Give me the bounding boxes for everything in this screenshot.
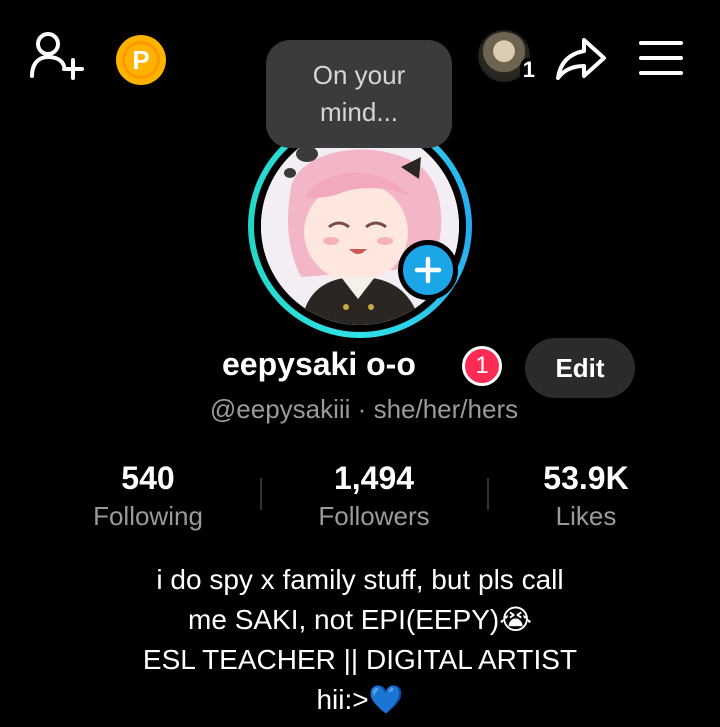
menu-icon [639,41,683,75]
add-friend-icon [30,32,84,80]
visitors-count: 1 [519,58,538,82]
edit-profile-button[interactable]: Edit [525,338,635,398]
coin-icon: P [122,41,160,79]
add-story-button[interactable] [398,240,458,300]
stat-followers[interactable]: 1,494 Followers [264,458,484,534]
following-count: 540 [121,460,175,496]
handle-row: @eepysakiii · she/her/hers [0,394,720,425]
username-handle: @eepysakiii [209,394,351,424]
bio-line: ESL TEACHER || DIGITAL ARTIST [142,644,578,675]
name-row: eepysaki o-o 1 Edit [0,338,720,398]
coin-button[interactable]: P [116,35,166,85]
share-icon [556,38,606,80]
bio-line: hii:>💙 [316,684,404,715]
pronouns: she/her/hers [373,394,519,424]
share-button[interactable] [554,34,608,84]
bubble-tail-small [284,168,296,178]
menu-button[interactable] [638,38,684,78]
stats-row: 540 Following 1,494 Followers 53.9K Like… [0,458,720,538]
bubble-line-1: On your [312,60,406,90]
stat-likes[interactable]: 53.9K Likes [476,458,696,534]
add-friend-button[interactable] [28,30,88,82]
plus-icon [414,256,442,284]
display-name: eepysaki o-o [222,346,416,382]
bio-line: i do spy x family stuff, but pls call [156,564,564,595]
bio: i do spy x family stuff, but pls call me… [0,560,720,720]
likes-count: 53.9K [543,460,629,496]
bio-line: me SAKI, not EPI(EEPY)😭 [188,604,532,635]
stats-divider [260,478,262,510]
stat-following[interactable]: 540 Following [38,458,258,534]
following-label: Following [93,501,203,531]
followers-label: Followers [318,501,430,531]
bubble-line-2: mind... [319,97,399,127]
likes-label: Likes [555,501,617,531]
notification-badge[interactable]: 1 [462,346,502,386]
handle-separator: · [357,394,367,424]
on-your-mind-bubble[interactable]: On your mind... [266,40,452,178]
followers-count: 1,494 [333,460,415,496]
profile-visitors-button[interactable]: 1 [468,30,540,82]
bubble-tail [296,146,318,162]
